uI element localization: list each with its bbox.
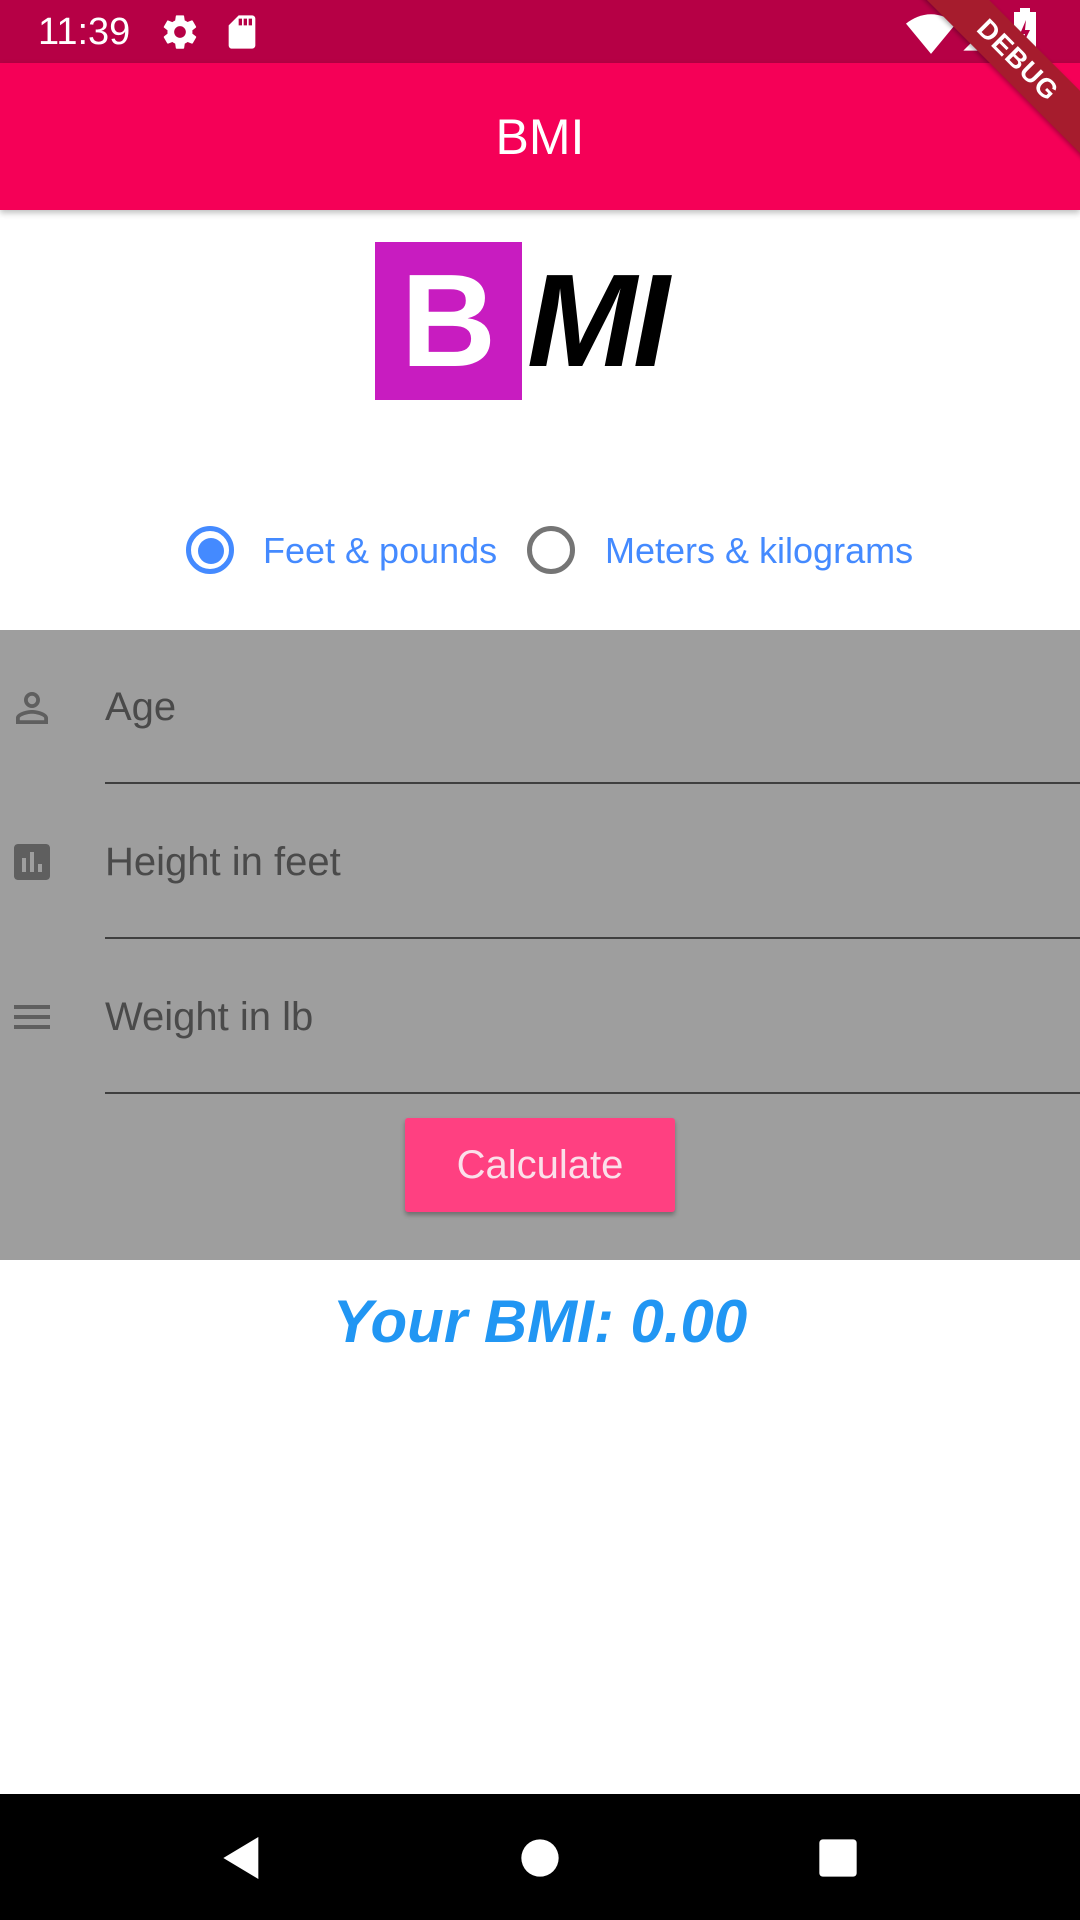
radio-label-meters-kilograms[interactable]: Meters & kilograms xyxy=(605,527,913,575)
nav-bar xyxy=(0,1794,1080,1920)
radio-label-feet-pounds[interactable]: Feet & pounds xyxy=(263,527,497,575)
weight-input[interactable] xyxy=(105,987,1080,1047)
age-input[interactable] xyxy=(105,677,1080,737)
radio-feet-pounds[interactable] xyxy=(186,526,236,576)
bmi-result: Your BMI: 0.00 xyxy=(332,1288,748,1355)
logo-letter-b: B xyxy=(375,242,522,400)
bmi-logo: B MI xyxy=(375,242,695,402)
height-input[interactable] xyxy=(105,832,1080,892)
logo-letters-mi: MI xyxy=(527,247,670,394)
calculate-button[interactable]: Calculate xyxy=(405,1118,675,1212)
home-icon[interactable] xyxy=(512,1830,568,1886)
person-icon xyxy=(8,684,56,732)
status-bar: 11:39 xyxy=(0,0,1080,63)
height-underline xyxy=(105,937,1080,939)
radio-ring xyxy=(527,526,575,574)
app-title: BMI xyxy=(495,109,585,165)
status-time: 11:39 xyxy=(38,11,131,53)
sd-card-icon xyxy=(222,12,262,57)
bar-chart-icon xyxy=(8,838,56,886)
radio-meters-kilograms[interactable] xyxy=(527,526,577,576)
gear-icon xyxy=(160,12,200,57)
app-bar: BMI xyxy=(0,63,1080,210)
menu-lines-icon xyxy=(8,993,56,1041)
weight-underline xyxy=(105,1092,1080,1094)
back-icon[interactable] xyxy=(214,1830,270,1886)
recents-icon[interactable] xyxy=(810,1830,866,1886)
radio-dot xyxy=(198,538,224,564)
age-underline xyxy=(105,782,1080,784)
bmi-form: Calculate xyxy=(0,630,1080,1260)
